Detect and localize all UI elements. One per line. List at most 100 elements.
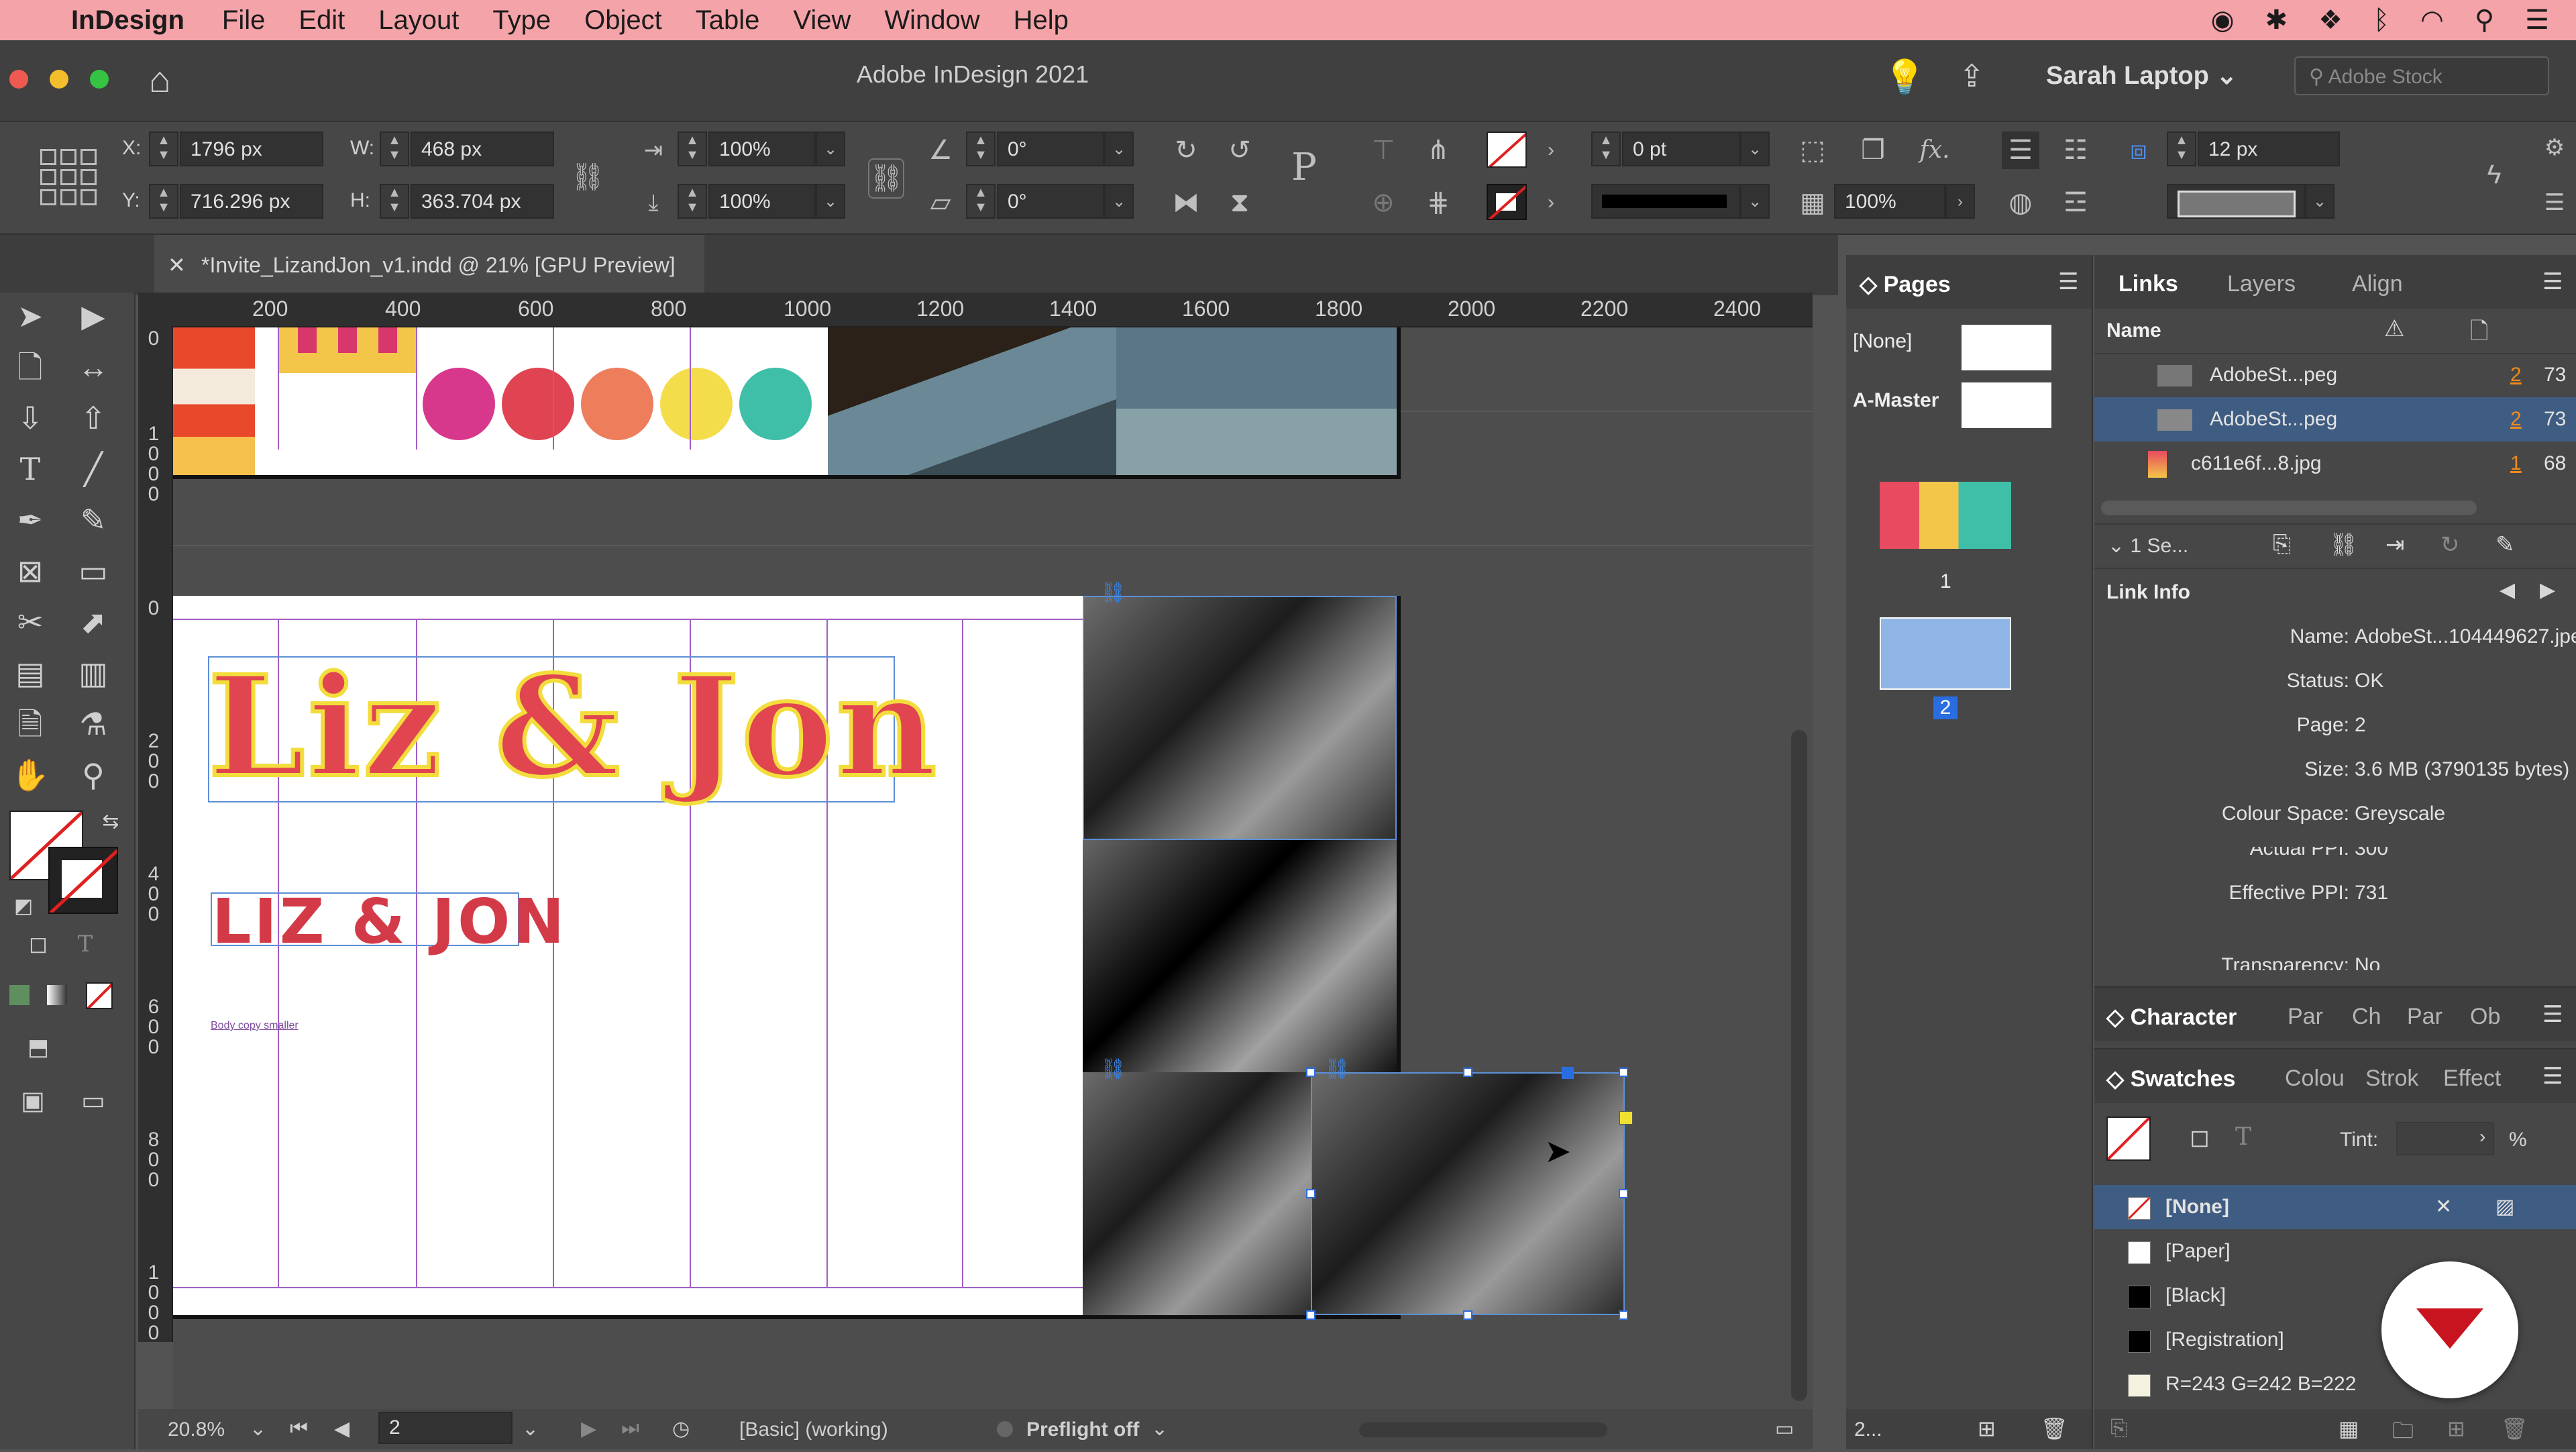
photo-cyclists[interactable] xyxy=(1083,596,1397,840)
resize-handle[interactable] xyxy=(1306,1068,1316,1077)
hand-tool-icon[interactable]: ✋ xyxy=(7,751,54,798)
link-page[interactable]: 2 xyxy=(2510,353,2522,397)
clock-icon[interactable]: ◷ xyxy=(672,1417,690,1441)
swatches-fill-none[interactable] xyxy=(2106,1117,2151,1161)
previous-link-icon[interactable]: ◀ xyxy=(2500,578,2515,602)
resize-handle[interactable] xyxy=(1619,1310,1628,1320)
menu-file[interactable]: File xyxy=(222,5,265,36)
lightbulb-icon[interactable]: 💡 xyxy=(1884,58,1925,97)
spotlight-search-icon[interactable]: ⚲ xyxy=(2475,5,2494,36)
x-field[interactable]: 1796 px xyxy=(180,132,323,166)
orange-circle[interactable] xyxy=(581,368,653,440)
link-badge-icon[interactable]: ⛓ xyxy=(1324,1057,1350,1081)
opacity-field[interactable]: 100% xyxy=(1834,184,1945,219)
links-horizontal-scrollbar[interactable] xyxy=(2101,501,2477,515)
teal-circle[interactable] xyxy=(739,368,812,440)
align-center-icon[interactable]: ⊕ xyxy=(1364,184,1402,221)
stroke-weight-dropdown[interactable]: ⌄ xyxy=(1740,132,1770,166)
scale-y-dropdown[interactable]: ⌄ xyxy=(816,184,845,219)
last-page-icon[interactable]: ⏭ xyxy=(621,1417,639,1440)
tab-effects[interactable]: Effect xyxy=(2443,1066,2501,1092)
text-wrap-none-icon[interactable]: ☰ xyxy=(2002,132,2039,169)
swatch-views-icon[interactable]: ⎘ xyxy=(2110,1416,2128,1441)
show-swatches-icon[interactable]: ▦ xyxy=(2339,1416,2359,1441)
menu-layout[interactable]: Layout xyxy=(378,5,459,36)
fill-swatch-none[interactable] xyxy=(1487,132,1527,168)
frame-style-dropdown[interactable]: ⌄ xyxy=(2305,184,2334,219)
first-page-icon[interactable]: ⏮ xyxy=(290,1417,308,1440)
effects-fx-icon[interactable]: fx. xyxy=(1916,132,1953,169)
shear-field[interactable]: 0° xyxy=(997,184,1104,219)
frame-style-select[interactable] xyxy=(2167,184,2305,219)
apply-color-icon[interactable] xyxy=(9,985,30,1005)
working-style-label[interactable]: [Basic] (working) xyxy=(739,1418,888,1441)
stroke-weight-field[interactable]: 0 pt xyxy=(1622,132,1740,166)
links-name-header[interactable]: Name xyxy=(2106,319,2161,342)
page-2[interactable]: Liz & Jon LIZ & JON Body copy smaller ⛓ … xyxy=(173,582,1633,1320)
body-copy-text[interactable]: Body copy smaller xyxy=(211,1020,299,1032)
stroke-swatch-none[interactable] xyxy=(1487,184,1527,220)
a-master-thumbnail[interactable] xyxy=(1962,382,2051,428)
selection-tool-icon[interactable]: ➤ xyxy=(7,293,54,340)
resize-handle[interactable] xyxy=(1463,1068,1472,1077)
rotate-counterclockwise-icon[interactable]: ↺ xyxy=(1221,132,1258,169)
distribute-icon[interactable]: ⋔ xyxy=(1419,132,1457,169)
pen-tool-icon[interactable]: ✒ xyxy=(7,497,54,543)
photo-pyramid-left[interactable] xyxy=(1083,1072,1311,1315)
link-page[interactable]: 1 xyxy=(2510,442,2522,486)
page1-bathers-image[interactable] xyxy=(1116,327,1397,475)
control-menu-icon[interactable]: ☰ xyxy=(2536,184,2573,221)
page-header-icon[interactable]: 🗋 xyxy=(2470,315,2488,354)
go-to-link-icon[interactable]: ⇥ xyxy=(2385,531,2405,558)
stroke-type-dropdown[interactable]: ⌄ xyxy=(1740,184,1770,219)
none-master-label[interactable]: [None] xyxy=(1853,330,1912,353)
menu-app[interactable]: InDesign xyxy=(71,5,184,36)
view-toggle-icon[interactable]: ▭ xyxy=(1775,1417,1794,1441)
formatting-text-icon[interactable]: T xyxy=(62,921,109,968)
none-master-thumbnail[interactable] xyxy=(1962,325,2051,370)
text-wrap-shape-icon[interactable]: ◍ xyxy=(2002,184,2039,221)
gap-field[interactable]: 12 px xyxy=(2198,132,2340,166)
text-wrap-jump-icon[interactable]: ☲ xyxy=(2057,184,2094,221)
opacity-dropdown[interactable]: › xyxy=(1945,184,1975,219)
content-collector-icon[interactable]: ⇩ xyxy=(7,395,54,442)
menu-window[interactable]: Window xyxy=(884,5,979,36)
resize-handle[interactable] xyxy=(1619,1189,1628,1198)
direct-selection-tool-icon[interactable]: ▶ xyxy=(70,293,117,340)
flip-vertical-icon[interactable]: ⧗ xyxy=(1221,184,1258,221)
scale-x-field[interactable]: 100% xyxy=(708,132,816,166)
fill-dropdown-icon[interactable]: › xyxy=(1532,132,1570,169)
tab-object-styles[interactable]: Ob xyxy=(2470,1004,2500,1030)
flip-horizontal-icon[interactable]: ⧓ xyxy=(1167,184,1205,221)
control-settings-icon[interactable]: ⚙ xyxy=(2536,129,2573,166)
adobe-stock-search-input[interactable]: ⚲ Adobe Stock xyxy=(2294,56,2549,95)
link-scale-icon[interactable]: ⛓ xyxy=(868,158,904,199)
effects-shadow-icon[interactable]: ❐ xyxy=(1854,132,1892,169)
new-group-icon[interactable]: 🗀 xyxy=(2392,1416,2414,1452)
wifi-icon[interactable]: ◠ xyxy=(2420,5,2444,36)
rotation-stepper[interactable]: ▲ ▼ xyxy=(966,132,996,166)
menu-table[interactable]: Table xyxy=(696,5,760,36)
zoom-level[interactable]: 20.8% xyxy=(168,1418,225,1441)
control-center-icon[interactable]: ☰ xyxy=(2525,5,2549,36)
page-1[interactable] xyxy=(173,327,1401,479)
gradient-swatch-tool-icon[interactable]: ▤ xyxy=(7,650,54,696)
zoom-dropdown-icon[interactable]: ⌄ xyxy=(250,1417,266,1441)
link-row[interactable]: c611e6f...8.jpg 1 68 xyxy=(2094,442,2576,486)
preflight-dropdown-icon[interactable]: ⌄ xyxy=(1151,1417,1168,1441)
panel-menu-icon[interactable]: ☰ xyxy=(2542,268,2563,295)
panel-menu-icon[interactable]: ☰ xyxy=(2058,268,2078,295)
eyedropper-tool-icon[interactable]: ⚗ xyxy=(70,701,117,747)
h-stepper[interactable]: ▲ ▼ xyxy=(380,184,409,219)
yellow-circle[interactable] xyxy=(660,368,733,440)
photo-band[interactable] xyxy=(1083,840,1397,1072)
rotate-clockwise-icon[interactable]: ↻ xyxy=(1167,132,1205,169)
share-icon[interactable]: ⇪ xyxy=(1959,58,1985,94)
tab-colour[interactable]: Colou xyxy=(2285,1066,2345,1092)
screen-mode-icon[interactable]: ⬒ xyxy=(15,1024,62,1071)
previous-page-icon[interactable]: ◀ xyxy=(334,1417,350,1441)
text-wrap-bbox-icon[interactable]: ☷ xyxy=(2057,132,2094,169)
free-transform-tool-icon[interactable]: ⬈ xyxy=(70,599,117,645)
menu-object[interactable]: Object xyxy=(584,5,662,36)
scale-x-dropdown[interactable]: ⌄ xyxy=(816,132,845,166)
